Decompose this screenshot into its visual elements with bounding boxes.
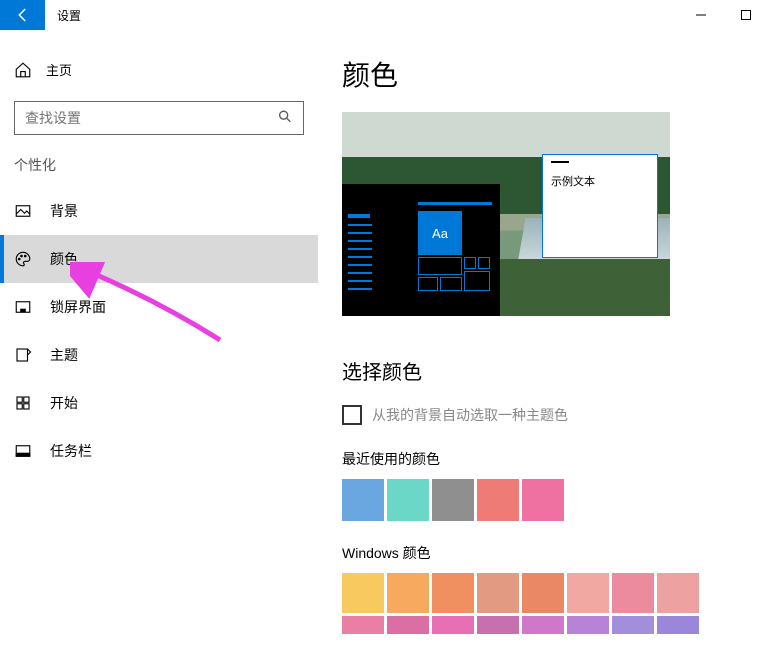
search-icon [277,109,293,128]
preview-sample-window: 示例文本 [542,154,658,258]
sidebar-item-background[interactable]: 背景 [0,187,318,235]
sidebar-item-label: 背景 [50,201,78,221]
windows-colors-label: Windows 颜色 [342,543,768,563]
preview-start-panel: Aa [342,184,500,316]
home-icon [14,61,32,79]
color-preview: Aa 示例文本 [342,112,670,316]
auto-pick-checkbox-row[interactable]: 从我的背景自动选取一种主题色 [342,405,768,425]
color-swatch[interactable] [432,573,474,613]
home-link[interactable]: 主页 [0,50,318,89]
maximize-button[interactable] [723,0,768,30]
lockscreen-icon [14,298,32,316]
preview-sample-text: 示例文本 [551,176,595,188]
content-pane: 颜色 Aa [318,30,768,655]
minimize-button[interactable] [678,0,723,30]
color-swatch[interactable] [342,616,384,634]
sidebar-item-themes[interactable]: 主题 [0,331,318,379]
windows-swatches-row2 [342,616,768,634]
color-swatch[interactable] [567,573,609,613]
auto-pick-label: 从我的背景自动选取一种主题色 [372,405,568,425]
color-swatch[interactable] [477,573,519,613]
sidebar-item-label: 颜色 [50,249,78,269]
sidebar-section-label: 个性化 [0,155,318,187]
color-swatch[interactable] [522,479,564,521]
color-swatch[interactable] [342,479,384,521]
color-swatch[interactable] [387,573,429,613]
window-title: 设置 [45,0,81,30]
recent-colors-label: 最近使用的颜色 [342,449,768,469]
color-swatch[interactable] [657,573,699,613]
windows-swatches-row1 [342,573,768,613]
color-swatch[interactable] [612,573,654,613]
search-input-wrap[interactable] [14,101,304,135]
color-swatch[interactable] [387,479,429,521]
theme-icon [14,346,32,364]
color-swatch[interactable] [432,616,474,634]
preview-tile-text: Aa [418,211,462,255]
sidebar-item-taskbar[interactable]: 任务栏 [0,427,318,475]
color-swatch[interactable] [567,616,609,634]
sidebar-item-colors[interactable]: 颜色 [0,235,318,283]
sidebar-item-lockscreen[interactable]: 锁屏界面 [0,283,318,331]
search-input[interactable] [25,110,293,126]
color-swatch[interactable] [477,479,519,521]
start-icon [14,394,32,412]
sidebar-item-label: 主题 [50,345,78,365]
sidebar-item-label: 开始 [50,393,78,413]
palette-icon [14,250,32,268]
home-label: 主页 [46,60,72,79]
color-swatch[interactable] [432,479,474,521]
checkbox-icon[interactable] [342,405,362,425]
choose-color-heading: 选择颜色 [342,356,768,385]
color-swatch[interactable] [522,616,564,634]
color-swatch[interactable] [342,573,384,613]
taskbar-icon [14,442,32,460]
color-swatch[interactable] [657,616,699,634]
back-button[interactable] [0,0,45,30]
sidebar-item-start[interactable]: 开始 [0,379,318,427]
sidebar-item-label: 任务栏 [50,441,92,461]
sidebar: 主页 个性化 背景 [0,30,318,655]
titlebar-spacer [81,0,678,30]
picture-icon [14,202,32,220]
color-swatch[interactable] [387,616,429,634]
color-swatch[interactable] [522,573,564,613]
title-bar: 设置 [0,0,768,30]
page-title: 颜色 [342,54,768,94]
color-swatch[interactable] [612,616,654,634]
window-controls [678,0,768,30]
color-swatch[interactable] [477,616,519,634]
sidebar-item-label: 锁屏界面 [50,297,106,317]
recent-swatches [342,479,768,521]
